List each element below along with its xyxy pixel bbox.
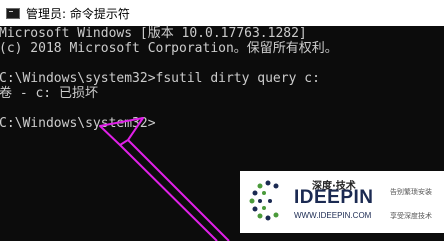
console-prompt: C:\Windows\system32> [0,116,156,131]
watermark-url: WWW.IDEEPIN.COM [294,211,372,220]
window-titlebar[interactable]: 管理员: 命令提示符 [0,0,444,26]
watermark-tagline: 告别繁琐安装 [390,188,432,196]
window-title: 管理员: 命令提示符 [26,6,130,21]
console-line: Microsoft Windows [版本 10.0.17763.1282] [0,26,307,41]
console-line: C:\Windows\system32>fsutil dirty query c… [0,71,320,86]
ideepin-logo-icon [249,180,279,221]
console-icon [6,7,20,19]
watermark-tagline: 享受深度技术 [390,212,432,220]
watermark-brand: IDEEPIN [294,187,374,208]
console-line: 卷 - c: 已损坏 [0,86,98,101]
watermark: 深度·技术 IDEEPIN WWW.IDEEPIN.COM 告别繁琐安装 享受深… [240,171,444,233]
console-line: (c) 2018 Microsoft Corporation。保留所有权利。 [0,41,338,56]
